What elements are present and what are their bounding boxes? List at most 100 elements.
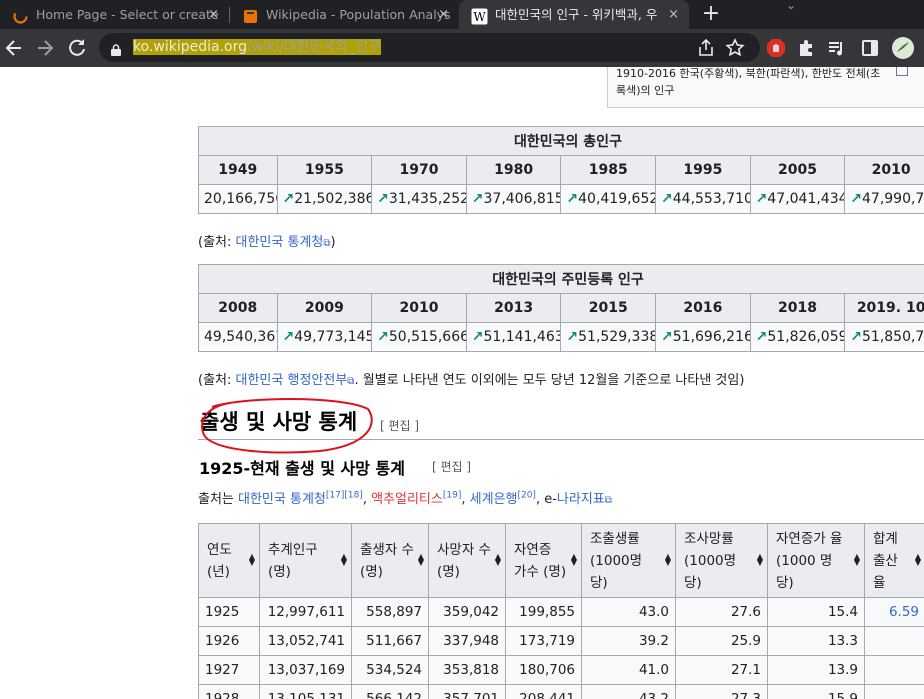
sort-icon[interactable]: ▲ ▼ xyxy=(854,553,860,567)
separator: , e- xyxy=(535,492,557,507)
sortable-header[interactable]: 자연증 가수 (명) ▲ ▼ xyxy=(505,523,582,598)
thumbnail-caption-box: 1910-2016 한국(주황색), 북한(파란색), 한반도 전체(초록색)의… xyxy=(607,67,924,108)
sortable-header[interactable]: 출생자 수(명) ▲ ▼ xyxy=(351,523,429,598)
value-text: 21,502,386 xyxy=(294,191,372,207)
value-text: 37,406,815 xyxy=(483,191,561,207)
e-narajipyo-link[interactable]: 나라지표 xyxy=(557,492,605,507)
sort-icon[interactable]: ▲ ▼ xyxy=(249,553,255,567)
table-cell: 43.0 xyxy=(581,597,676,627)
table-cell: 1926 xyxy=(198,626,260,656)
value-cell: ↗50,515,666 xyxy=(371,322,467,352)
kostat-link[interactable]: 대한민국 통계청 xyxy=(238,492,326,507)
value-row: 49,540,367 ↗49,773,145 ↗50,515,666 ↗51,1… xyxy=(198,322,924,352)
separator: , xyxy=(362,492,372,507)
increase-icon: ↗ xyxy=(755,191,768,207)
enlarge-icon[interactable] xyxy=(896,67,908,76)
table-cell: 25.9 xyxy=(675,626,768,656)
url-path: /wiki/대한민국의_인구 xyxy=(246,39,381,55)
separator: , xyxy=(461,492,470,507)
fertility-link[interactable]: 6.59 xyxy=(889,604,919,620)
sortable-header[interactable]: 조사망률 (1000명 당) ▲ ▼ xyxy=(675,523,768,598)
tab-wikipedia-population[interactable]: Wikipedia - Population Analys × xyxy=(230,0,459,29)
bookmark-icon xyxy=(242,6,259,23)
star-icon[interactable] xyxy=(724,37,746,59)
sortable-header[interactable]: 추계인구 (명) ▲ ▼ xyxy=(259,523,352,598)
sort-icon[interactable]: ▲ ▼ xyxy=(418,553,424,567)
year-cell: 2019. 10 xyxy=(844,293,924,323)
close-tab-icon[interactable]: × xyxy=(668,0,679,29)
sort-icon[interactable]: ▲ ▼ xyxy=(341,553,347,567)
media-icon[interactable] xyxy=(826,37,848,59)
table-cell: 534,524 xyxy=(351,655,429,685)
year-cell: 1955 xyxy=(276,155,373,185)
extensions-icon[interactable] xyxy=(796,37,818,59)
tab-home-page[interactable]: Home Page - Select or create × xyxy=(0,0,229,29)
table-cell: 6.59 xyxy=(864,597,924,627)
edit-subsection-link[interactable]: [ 편집 ] xyxy=(432,458,471,475)
value-text: 47,990,76 xyxy=(862,191,924,207)
close-tab-icon[interactable]: × xyxy=(208,0,219,29)
header-label: 조사망률 (1000명 당) xyxy=(684,530,737,591)
worldbank-link[interactable]: 세계은행 xyxy=(470,492,518,507)
reference-link[interactable]: [19] xyxy=(443,491,461,501)
lock-icon[interactable] xyxy=(111,41,121,56)
header-label: 조출생률 (1000명 당) xyxy=(590,530,643,591)
share-icon[interactable] xyxy=(695,37,717,59)
source-suffix: . 월별로 나타낸 연도 이외에는 모두 당년 12월을 기준으로 나타낸 것임… xyxy=(354,373,745,388)
table-cell: 15.4 xyxy=(767,597,865,627)
sort-icon[interactable]: ▲ ▼ xyxy=(915,553,921,567)
source-prefix: 출처는 xyxy=(198,492,239,507)
table-cell: 337,948 xyxy=(428,626,506,656)
sortable-header[interactable]: 사망자 수(명) ▲ ▼ xyxy=(428,523,506,598)
year-cell: 2009 xyxy=(276,293,373,323)
increase-icon: ↗ xyxy=(471,329,484,345)
value-cell: 49,540,367 xyxy=(198,322,278,352)
adblock-icon[interactable] xyxy=(765,37,787,59)
mois-link[interactable]: 대한민국 행정안전부 xyxy=(236,373,348,388)
sortable-header[interactable]: 연도 (년) ▲ ▼ xyxy=(198,523,260,598)
increase-icon: ↗ xyxy=(471,191,484,207)
reference-link[interactable]: [17][18] xyxy=(326,491,363,501)
tab-bar: Home Page - Select or create × Wikipedia… xyxy=(0,0,924,29)
value-text: 47,041,434 xyxy=(767,191,845,207)
table-cell: 208,441 xyxy=(505,684,582,699)
value-row: 20,166,756 ↗21,502,386 ↗31,435,252 ↗37,4… xyxy=(198,184,924,214)
sortable-header[interactable]: 조출생률 (1000명 당) ▲ ▼ xyxy=(581,523,676,598)
url-text[interactable]: ko.wikipedia.org/wiki/대한민국의_인구 xyxy=(133,33,381,62)
sort-icon[interactable]: ▲ ▼ xyxy=(571,553,577,567)
table-cell: 13,105,131 xyxy=(259,684,352,699)
header-label: 자연증 가수 (명) xyxy=(514,541,567,580)
table-cell: 13.3 xyxy=(767,626,865,656)
value-text: 51,696,216 xyxy=(672,329,751,345)
table-cell: 359,042 xyxy=(428,597,506,627)
sort-icon[interactable]: ▲ ▼ xyxy=(665,553,671,567)
sortable-header[interactable]: 자연증가 율 (1000 명당) ▲ ▼ xyxy=(767,523,865,598)
table-cell: 13,052,741 xyxy=(259,626,352,656)
value-cell: ↗51,850,70 xyxy=(844,322,924,352)
forward-icon[interactable] xyxy=(33,29,57,67)
sidepanel-icon[interactable] xyxy=(860,37,882,59)
tab-search-icon[interactable]: ⌄ xyxy=(786,0,796,11)
new-tab-button[interactable]: + xyxy=(699,0,723,29)
table-title: 대한민국의 주민등록 인구 xyxy=(198,264,924,294)
sort-icon[interactable]: ▲ ▼ xyxy=(757,553,763,567)
value-cell: ↗51,141,463 xyxy=(465,322,562,352)
reload-icon[interactable] xyxy=(65,29,89,67)
close-tab-icon[interactable]: × xyxy=(438,0,449,29)
source-prefix: (출처: xyxy=(198,373,236,388)
tab-korea-population[interactable]: W 대한민국의 인구 - 위키백과, 우 × xyxy=(459,0,689,29)
edit-section-link[interactable]: [ 편집 ] xyxy=(380,417,419,434)
back-icon[interactable] xyxy=(2,29,26,67)
table-cell xyxy=(864,626,924,656)
actualitix-link[interactable]: 액추얼리티스 xyxy=(371,492,443,507)
profile-icon[interactable] xyxy=(892,37,914,59)
reference-link[interactable]: [20] xyxy=(517,491,535,501)
table-cell: 13,037,169 xyxy=(259,655,352,685)
table-cell: 511,667 xyxy=(351,626,429,656)
kostat-link[interactable]: 대한민국 통계청 xyxy=(236,235,324,250)
table-cell xyxy=(864,655,924,685)
sortable-header[interactable]: 합계 출산 율 ▲ ▼ xyxy=(864,523,924,598)
address-bar[interactable]: ko.wikipedia.org/wiki/대한민국의_인구 xyxy=(99,33,760,62)
sort-icon[interactable]: ▲ ▼ xyxy=(495,553,501,567)
tab-title: Home Page - Select or create xyxy=(36,7,219,22)
